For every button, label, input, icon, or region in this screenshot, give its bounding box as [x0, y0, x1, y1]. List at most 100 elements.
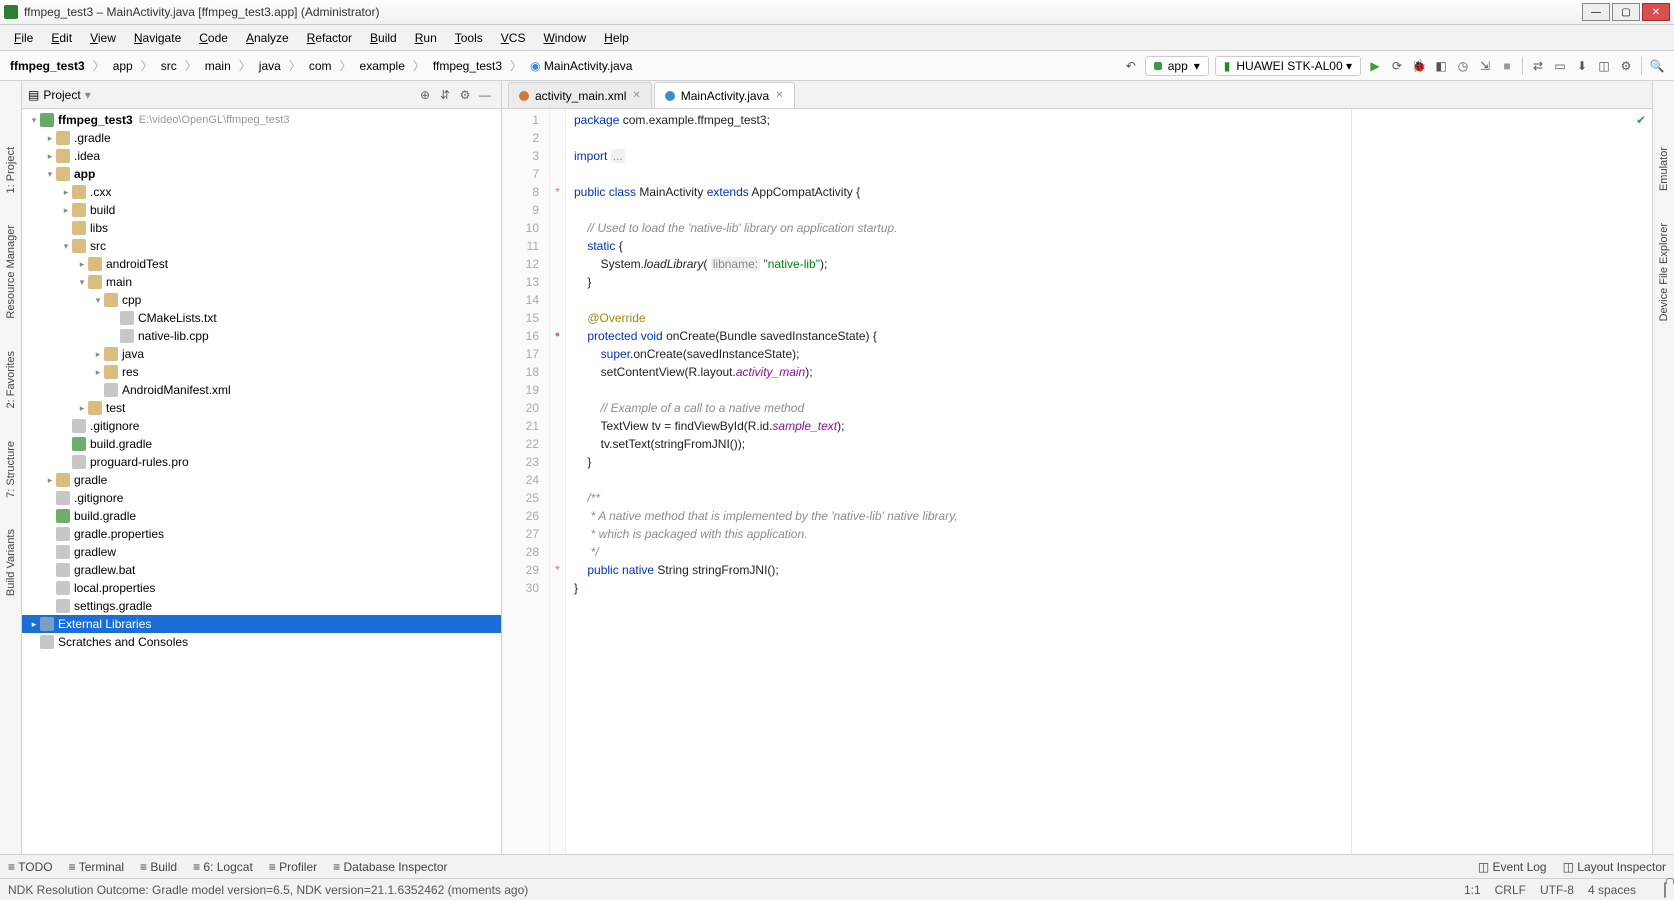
menu-edit[interactable]: Edit [43, 28, 80, 48]
tool-window-button[interactable]: Build Variants [3, 523, 19, 602]
tree-arrow-icon[interactable]: ▸ [28, 619, 40, 630]
tree-node[interactable]: ▸.idea [22, 147, 501, 165]
breadcrumb-file[interactable]: ◉ MainActivity.java [526, 57, 636, 75]
bottom-tool-button[interactable]: ≡ Profiler [269, 860, 317, 874]
menu-window[interactable]: Window [535, 28, 594, 48]
code-line[interactable]: super.onCreate(savedInstanceState); [574, 345, 1351, 363]
maximize-button[interactable]: ▢ [1612, 3, 1640, 21]
breadcrumb-seg[interactable]: ffmpeg_test3 [429, 57, 506, 75]
code-line[interactable]: static { [574, 237, 1351, 255]
code-line[interactable]: // Used to load the 'native-lib' library… [574, 219, 1351, 237]
apply-changes-icon[interactable]: ⟳ [1387, 56, 1407, 76]
gutter-mark-icon[interactable] [550, 469, 565, 487]
tree-arrow-icon[interactable]: ▸ [44, 133, 56, 144]
settings-gear-icon[interactable]: ⚙ [456, 86, 474, 104]
tree-arrow-icon[interactable]: ▸ [60, 187, 72, 198]
tool-window-button[interactable]: 7: Structure [3, 435, 19, 504]
device-selector[interactable]: ▮ HUAWEI STK-AL00 ▾ [1215, 56, 1361, 76]
code-line[interactable] [574, 291, 1351, 309]
tree-node[interactable]: ▸res [22, 363, 501, 381]
bottom-tool-button[interactable]: ◫ Layout Inspector [1563, 860, 1666, 874]
code-editor[interactable]: 1237891011121314151617181920212223242526… [502, 109, 1652, 854]
bottom-tool-button[interactable]: ≡ TODO [8, 860, 53, 874]
tool-window-button[interactable]: 1: Project [3, 141, 19, 199]
editor-tab[interactable]: activity_main.xml✕ [508, 82, 652, 108]
attach-debugger-icon[interactable]: ⇲ [1475, 56, 1495, 76]
breadcrumb-seg[interactable]: app [109, 57, 137, 75]
tree-node[interactable]: ▾cpp [22, 291, 501, 309]
hide-panel-icon[interactable]: — [476, 86, 494, 104]
tree-arrow-icon[interactable]: ▸ [76, 403, 88, 414]
project-tree[interactable]: ▾ffmpeg_test3E:\video\OpenGL\ffmpeg_test… [22, 109, 501, 854]
tree-node[interactable]: gradlew [22, 543, 501, 561]
code-line[interactable]: public native String stringFromJNI(); [574, 561, 1351, 579]
gutter-mark-icon[interactable] [550, 415, 565, 433]
indent-setting[interactable]: 4 spaces [1588, 883, 1636, 897]
tree-node[interactable]: ▸build [22, 201, 501, 219]
tree-node[interactable]: ▾main [22, 273, 501, 291]
profile-icon[interactable]: ◷ [1453, 56, 1473, 76]
code-line[interactable] [574, 129, 1351, 147]
tree-node[interactable]: build.gradle [22, 507, 501, 525]
tree-arrow-icon[interactable]: ▸ [92, 367, 104, 378]
tree-node[interactable]: AndroidManifest.xml [22, 381, 501, 399]
code-content[interactable]: package com.example.ffmpeg_test3; import… [566, 109, 1351, 854]
bottom-tool-button[interactable]: ≡ Terminal [69, 860, 124, 874]
code-line[interactable] [574, 471, 1351, 489]
code-line[interactable] [574, 201, 1351, 219]
line-separator[interactable]: CRLF [1495, 883, 1526, 897]
menu-code[interactable]: Code [191, 28, 236, 48]
gutter-mark-icon[interactable] [550, 307, 565, 325]
tool-window-button[interactable]: Device File Explorer [1656, 217, 1672, 327]
tree-node[interactable]: ▾ffmpeg_test3E:\video\OpenGL\ffmpeg_test… [22, 111, 501, 129]
tree-node[interactable]: ▸androidTest [22, 255, 501, 273]
menu-vcs[interactable]: VCS [493, 28, 534, 48]
gutter-mark-icon[interactable] [550, 145, 565, 163]
gutter-mark-icon[interactable]: ● [550, 325, 565, 343]
tree-node[interactable]: ▸gradle [22, 471, 501, 489]
breadcrumb-seg[interactable]: example [356, 57, 409, 75]
gutter-mark-icon[interactable] [550, 433, 565, 451]
tool-window-button[interactable]: 2: Favorites [3, 345, 19, 414]
gutter-mark-icon[interactable] [550, 235, 565, 253]
breadcrumb-seg[interactable]: src [157, 57, 181, 75]
menu-help[interactable]: Help [596, 28, 637, 48]
tree-node[interactable]: ▸.cxx [22, 183, 501, 201]
code-line[interactable]: * A native method that is implemented by… [574, 507, 1351, 525]
sync-gradle-icon[interactable]: ⇄ [1528, 56, 1548, 76]
menu-tools[interactable]: Tools [447, 28, 491, 48]
stop-icon[interactable]: ■ [1497, 56, 1517, 76]
avd-manager-icon[interactable]: ▭ [1550, 56, 1570, 76]
back-icon[interactable]: ↶ [1121, 56, 1141, 76]
gutter-mark-icon[interactable] [550, 253, 565, 271]
tree-node[interactable]: local.properties [22, 579, 501, 597]
expand-all-icon[interactable]: ⇵ [436, 86, 454, 104]
inspection-ok-icon[interactable]: ✔ [1636, 113, 1646, 127]
tree-arrow-icon[interactable]: ▾ [44, 169, 56, 180]
code-line[interactable]: /** [574, 489, 1351, 507]
tree-node[interactable]: native-lib.cpp [22, 327, 501, 345]
gutter-mark-icon[interactable] [550, 109, 565, 127]
coverage-icon[interactable]: ◧ [1431, 56, 1451, 76]
gutter-mark-icon[interactable] [550, 163, 565, 181]
tree-node[interactable]: ▸java [22, 345, 501, 363]
tree-node[interactable]: CMakeLists.txt [22, 309, 501, 327]
resource-manager-icon[interactable]: ◫ [1594, 56, 1614, 76]
sdk-manager-icon[interactable]: ⬇ [1572, 56, 1592, 76]
gutter-mark-icon[interactable] [550, 271, 565, 289]
code-line[interactable]: // Example of a call to a native method [574, 399, 1351, 417]
gutter-mark-icon[interactable]: ⌖ [550, 181, 565, 199]
bottom-tool-button[interactable]: ≡ Build [140, 860, 177, 874]
code-line[interactable]: } [574, 273, 1351, 291]
tree-arrow-icon[interactable]: ▸ [92, 349, 104, 360]
minimize-button[interactable]: — [1582, 3, 1610, 21]
menu-navigate[interactable]: Navigate [126, 28, 189, 48]
gutter-mark-icon[interactable] [550, 577, 565, 595]
gutter-mark-icon[interactable] [550, 487, 565, 505]
gutter-mark-icon[interactable] [550, 199, 565, 217]
code-line[interactable]: * which is packaged with this applicatio… [574, 525, 1351, 543]
breadcrumb-seg[interactable]: main [201, 57, 235, 75]
run-button[interactable]: ▶ [1365, 56, 1385, 76]
breadcrumb-seg[interactable]: com [305, 57, 336, 75]
tree-node[interactable]: ▸External Libraries [22, 615, 501, 633]
